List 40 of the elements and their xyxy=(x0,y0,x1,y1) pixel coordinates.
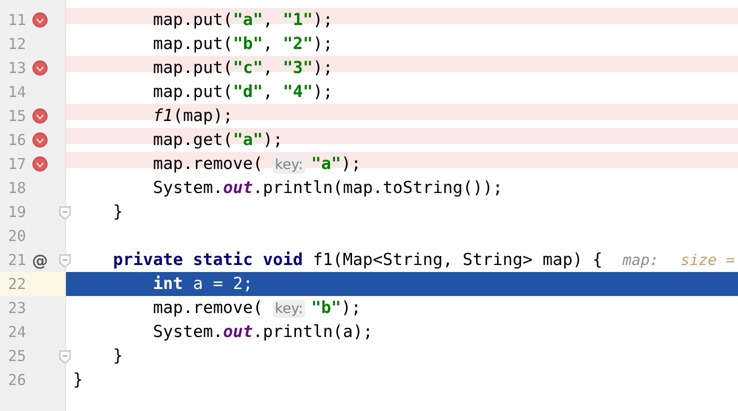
code-line: map.get("a"); xyxy=(153,130,283,149)
fold-icon[interactable] xyxy=(59,254,71,268)
line-number: 23 xyxy=(6,299,26,317)
code-line: map.remove( key: "a"); xyxy=(153,154,362,173)
gutter-marker[interactable]: @ xyxy=(32,250,48,270)
line-number: 19 xyxy=(6,203,26,221)
code-line: private static void f1(Map<String, String> map) { map: size = xyxy=(113,250,735,269)
line-number: 17 xyxy=(6,155,26,173)
code-line: map.remove( key: "b"); xyxy=(153,298,362,317)
code-line: int a = 2; xyxy=(153,274,253,293)
fold-icon[interactable] xyxy=(59,206,71,220)
line-number: 12 xyxy=(6,35,26,53)
code-line: } xyxy=(113,202,123,221)
breakpoint-icon[interactable] xyxy=(32,60,48,76)
code-line: } xyxy=(113,346,123,365)
line-number: 22 xyxy=(6,275,26,293)
fold-icon[interactable] xyxy=(59,350,71,364)
code-line: System.out.println(a); xyxy=(153,322,373,341)
breakpoint-icon[interactable] xyxy=(32,12,48,28)
line-number: 11 xyxy=(6,11,26,29)
line-number: 25 xyxy=(6,347,26,365)
line-number: 18 xyxy=(6,179,26,197)
line-number: 24 xyxy=(6,323,26,341)
line-number: 15 xyxy=(6,107,26,125)
line-number: 21 xyxy=(6,251,26,269)
breakpoint-icon[interactable] xyxy=(32,132,48,148)
line-number: 26 xyxy=(6,371,26,389)
code-line: } xyxy=(73,370,83,389)
line-number: 14 xyxy=(6,83,26,101)
code-line: map.put("b", "2"); xyxy=(153,34,333,53)
code-line: map.put("c", "3"); xyxy=(153,58,333,77)
breakpoint-icon[interactable] xyxy=(32,156,48,172)
code-line: System.out.println(map.toString()); xyxy=(153,178,503,197)
breakpoint-icon[interactable] xyxy=(32,108,48,124)
line-number: 13 xyxy=(6,59,26,77)
code-line: f1(map); xyxy=(153,106,233,125)
code-line: map.put("a", "1"); xyxy=(153,10,333,29)
code-line: map.put("d", "4"); xyxy=(153,82,333,101)
line-number: 16 xyxy=(6,131,26,149)
line-number: 20 xyxy=(6,227,26,245)
